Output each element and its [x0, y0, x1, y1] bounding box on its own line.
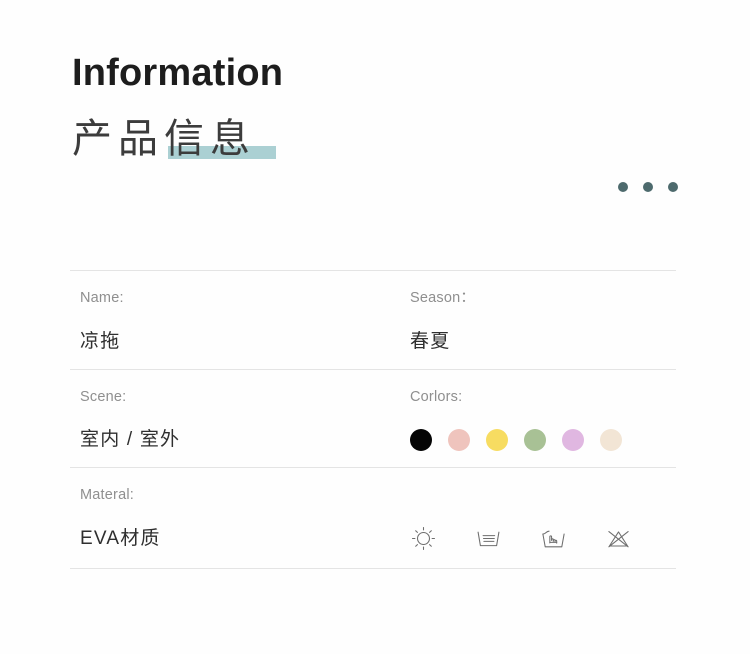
divider: [70, 567, 676, 569]
color-swatch-cream[interactable]: [600, 428, 622, 451]
field-label: Scene:: [80, 388, 127, 405]
color-swatch-pink[interactable]: [448, 428, 470, 451]
dry-flat-icon: [475, 525, 502, 552]
field-care-instructions: [405, 468, 676, 568]
field-label: Materal:: [80, 487, 134, 503]
table-row: Scene: 室内 / 室外 Corlors:: [70, 370, 676, 468]
color-swatch-black[interactable]: [410, 428, 432, 451]
more-options-dots[interactable]: [618, 182, 678, 192]
table-row: Name: 凉拖 Season： 春夏: [70, 271, 676, 369]
page-title-cn: 产品信息: [72, 116, 256, 161]
sun-dry-icon: [410, 525, 437, 552]
hand-wash-icon: [540, 525, 567, 552]
color-swatch-green[interactable]: [524, 428, 546, 451]
dot-icon: [668, 182, 678, 192]
field-material: Materal: EVA材质: [70, 468, 405, 568]
page-title-en: Information: [72, 52, 284, 94]
field-scene: Scene: 室内 / 室外: [70, 370, 405, 468]
field-value: 春夏: [410, 330, 451, 352]
field-season: Season： 春夏: [405, 271, 676, 369]
field-value: 室内 / 室外: [80, 429, 181, 450]
care-icon-list: [410, 525, 676, 552]
field-value: 凉拖: [80, 330, 121, 352]
do-not-bleach-icon: [605, 525, 632, 552]
field-label: Name:: [80, 290, 124, 306]
field-value: EVA材质: [80, 527, 161, 549]
field-label: Corlors:: [410, 388, 463, 405]
field-name: Name: 凉拖: [70, 271, 405, 369]
color-swatch-list: [410, 428, 676, 451]
page-title-cn-wrap: 产品信息: [72, 116, 276, 162]
field-colors: Corlors:: [405, 370, 676, 468]
information-table: Name: 凉拖 Season： 春夏 Scene: 室内 / 室外 Corlo…: [70, 270, 676, 569]
dot-icon: [643, 182, 653, 192]
field-label: [410, 488, 676, 503]
product-information-page: Information 产品信息 Name: 凉拖 Season： 春夏 Sce…: [0, 0, 750, 654]
page-header: Information 产品信息: [72, 52, 682, 162]
field-label: Season：: [410, 290, 476, 306]
color-swatch-lavender[interactable]: [562, 428, 584, 451]
table-row: Materal: EVA材质: [70, 468, 676, 568]
dot-icon: [618, 182, 628, 192]
color-swatch-yellow[interactable]: [486, 428, 508, 451]
